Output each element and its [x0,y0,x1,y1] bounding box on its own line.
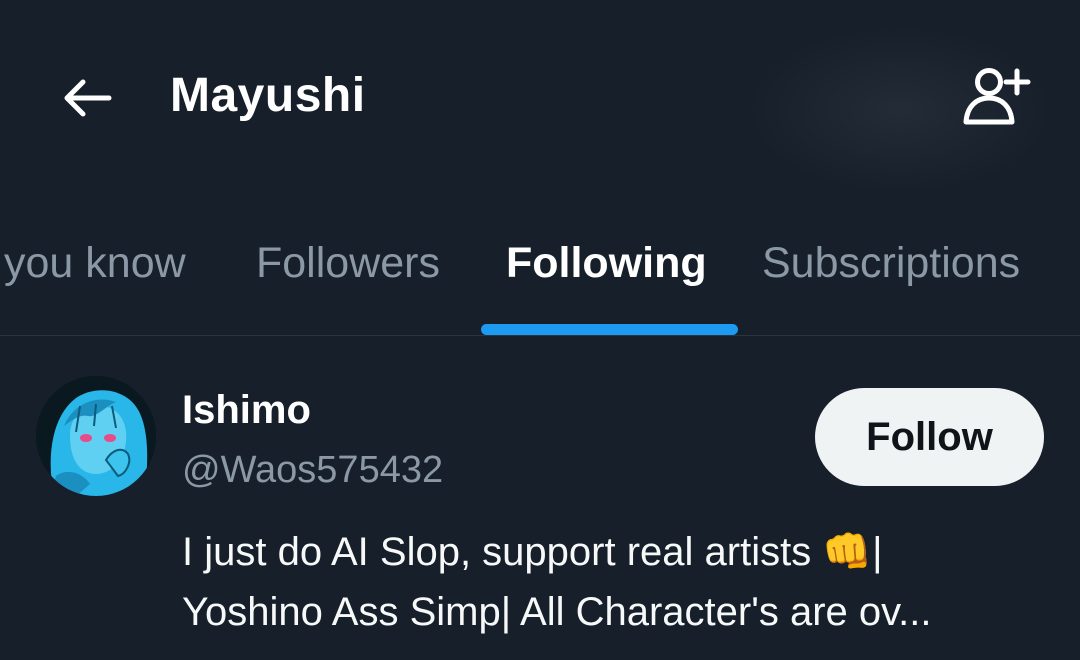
arrow-left-icon [64,79,112,117]
bio-line: I just do AI Slop, support real artists … [182,530,883,574]
back-button[interactable] [50,68,120,128]
user-display-name[interactable]: Ishimo [182,386,311,434]
active-tab-indicator [481,324,738,335]
tab-followers[interactable]: Followers [256,235,440,291]
user-cell[interactable]: Ishimo @Waos575432 Follow I just do AI S… [0,336,1080,660]
avatar[interactable] [36,376,156,496]
tab-followers-you-know[interactable]: you know [4,235,186,291]
user-handle: @Waos575432 [182,449,444,491]
add-user-icon [963,68,1031,125]
follow-button[interactable]: Follow [815,388,1044,486]
top-app-bar: Mayushi [0,0,1080,195]
profile-tabs: you know Followers Following Subscriptio… [0,195,1080,336]
tab-subscriptions[interactable]: Subscriptions [762,235,1020,291]
avatar-image [36,376,156,496]
user-bio: I just do AI Slop, support real artists … [182,522,1042,642]
page-title: Mayushi [170,69,366,122]
add-user-button[interactable] [955,60,1041,130]
tab-following[interactable]: Following [506,235,707,291]
bio-line: Yoshino Ass Simp| All Character's are ov… [182,590,932,634]
